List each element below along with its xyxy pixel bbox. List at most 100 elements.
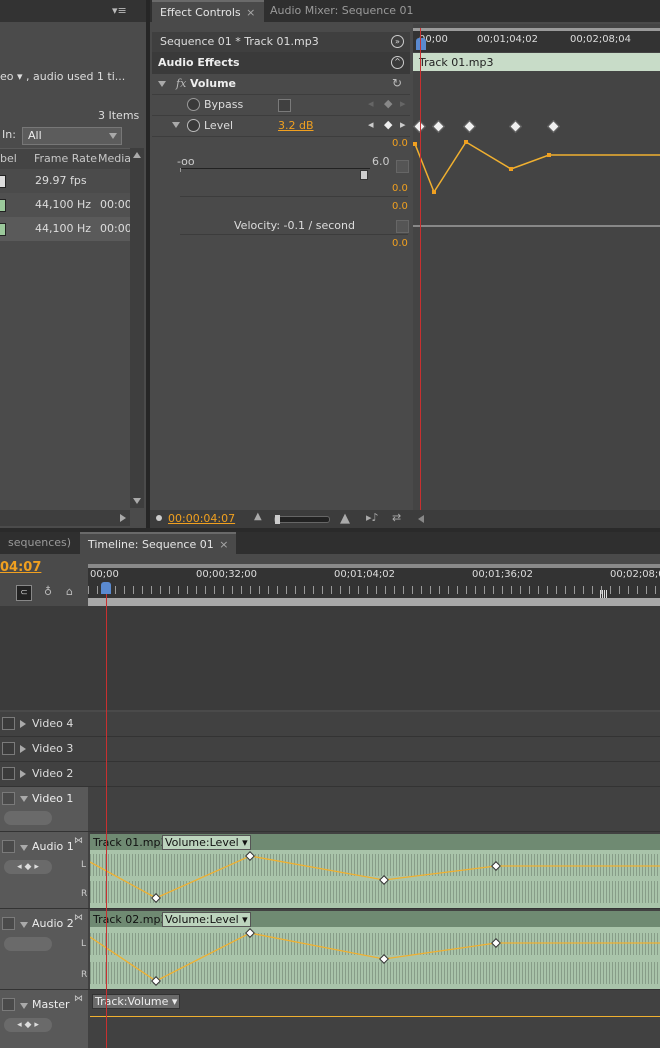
play-only-audio-icon[interactable]: ▸♪ — [366, 511, 379, 524]
panel-menu-icon[interactable]: ▾≡ — [112, 4, 128, 17]
track-label: Master — [32, 998, 70, 1011]
bypass-label: Bypass — [204, 98, 244, 111]
ruler-label: 00;00 — [90, 569, 119, 580]
audio-clip-track02[interactable]: Track 02.mp3 Volume:Level ▾ L R — [81, 911, 660, 989]
list-item[interactable]: 44,100 Hz 00:00 — [0, 193, 132, 217]
video-track-2[interactable]: Video 2 — [0, 762, 660, 787]
column-frame-rate[interactable]: Frame Rate — [34, 152, 97, 165]
tab-effect-controls[interactable]: Effect Controls × — [152, 0, 264, 24]
toggle-output-icon[interactable] — [2, 917, 15, 930]
sync-lock-icon[interactable]: ⋈ — [74, 836, 83, 846]
track-display-style-icon[interactable] — [4, 937, 52, 951]
fx-icon[interactable]: fx — [176, 77, 186, 90]
expand-track-icon[interactable] — [20, 720, 26, 728]
toggle-output-icon[interactable] — [2, 717, 15, 730]
tab-timeline[interactable]: Timeline: Sequence 01 × — [80, 532, 237, 556]
in-dropdown[interactable]: All — [22, 127, 122, 145]
keyframe-marker[interactable] — [432, 120, 445, 133]
velocity-icon — [396, 220, 409, 233]
video-track-1[interactable]: Video 1 — [0, 787, 660, 832]
toggle-output-icon[interactable] — [2, 742, 15, 755]
expand-track-icon[interactable] — [20, 1003, 28, 1009]
column-label[interactable]: bel — [0, 152, 17, 165]
keyframe-marker[interactable] — [547, 120, 560, 133]
close-icon[interactable]: × — [219, 538, 228, 551]
prev-keyframe-icon[interactable]: ◂ — [368, 97, 374, 110]
zoom-out-icon[interactable]: ▲ — [254, 511, 262, 522]
master-volume-line[interactable] — [90, 1016, 660, 1017]
stopwatch-icon[interactable] — [187, 119, 200, 132]
volume-rubberband[interactable] — [90, 911, 660, 989]
next-keyframe-icon[interactable]: ▸ — [400, 118, 406, 131]
expand-track-icon[interactable] — [20, 770, 26, 778]
show-timeline-icon[interactable]: » — [391, 35, 404, 48]
sync-lock-icon[interactable]: ⋈ — [74, 913, 83, 923]
snap-icon[interactable]: ⊂ — [16, 585, 32, 601]
scroll-down-icon[interactable] — [133, 498, 141, 504]
expand-track-icon[interactable] — [20, 922, 28, 928]
slider-thumb[interactable] — [360, 170, 368, 180]
collapse-icon[interactable]: ^ — [391, 56, 404, 69]
toggle-output-icon[interactable] — [2, 767, 15, 780]
expand-track-icon[interactable] — [20, 845, 28, 851]
video-track-3[interactable]: Video 3 — [0, 737, 660, 762]
column-media[interactable]: Media — [98, 152, 131, 165]
playhead-marker-icon[interactable] — [416, 38, 426, 50]
tab-sequences[interactable]: sequences) — [0, 532, 79, 554]
loop-icon[interactable]: ⇄ — [392, 511, 401, 524]
video-track-4[interactable]: Video 4 — [0, 712, 660, 737]
scroll-up-icon[interactable] — [133, 152, 141, 158]
level-value[interactable]: 3.2 dB — [278, 119, 314, 132]
toggle-output-icon[interactable] — [2, 840, 15, 853]
audio-clip-track01[interactable]: Track 01.mp3 Volume:Level ▾ L R — [81, 834, 660, 908]
playhead-marker-icon[interactable] — [101, 582, 111, 594]
effect-controls-panel: Effect Controls × Audio Mixer: Sequence … — [150, 0, 660, 528]
expand-volume-icon[interactable] — [158, 81, 166, 87]
volume-rubberband[interactable] — [90, 834, 660, 908]
reset-icon[interactable]: ↻ — [392, 76, 402, 90]
list-item[interactable]: 29.97 fps — [0, 169, 130, 193]
keyframe-nav-icon[interactable]: ◂ ◆ ▸ — [4, 860, 52, 874]
keyframe-marker[interactable] — [509, 120, 522, 133]
scroll-left-icon[interactable] — [418, 515, 424, 523]
add-marker-icon[interactable]: ⌂ — [66, 585, 73, 598]
toggle-output-icon[interactable] — [2, 792, 15, 805]
close-icon[interactable]: × — [246, 6, 255, 19]
track-display-style-icon[interactable] — [4, 811, 52, 825]
keyframe-marker[interactable] — [463, 120, 476, 133]
sync-lock-icon[interactable]: ⋈ — [74, 994, 83, 1004]
scroll-right-icon[interactable] — [120, 514, 126, 522]
ec-timecode[interactable]: 00:00:04:07 — [168, 512, 235, 525]
in-label: In: — [2, 128, 16, 141]
add-keyframe-icon[interactable]: ◆ — [384, 97, 392, 110]
add-keyframe-icon[interactable]: ◆ — [384, 118, 392, 131]
bypass-checkbox[interactable] — [278, 99, 291, 112]
marker-icon[interactable]: ♁ — [44, 585, 52, 598]
next-keyframe-icon[interactable]: ▸ — [400, 97, 406, 110]
ec-ruler[interactable]: 00;00 00;01;04;02 00;02;08;04 — [413, 28, 660, 52]
timeline-timecode[interactable]: 04:07 — [0, 560, 41, 575]
expand-level-icon[interactable] — [172, 122, 180, 128]
master-track[interactable]: Master ⋈ ◂ ◆ ▸ Track:Volume ▾ — [0, 990, 660, 1048]
level-slider[interactable] — [180, 168, 370, 180]
keyframe-nav-icon[interactable]: ◂ ◆ ▸ — [4, 1018, 52, 1032]
prev-keyframe-icon[interactable]: ◂ — [368, 118, 374, 131]
ruler-label: 00;01;04;02 — [477, 34, 539, 45]
ec-clip-bar[interactable]: Track 01.mp3 — [413, 53, 660, 71]
horizontal-scrollbar[interactable] — [0, 510, 130, 526]
toggle-output-icon[interactable] — [2, 998, 15, 1011]
timeline-playhead[interactable] — [106, 594, 107, 1048]
media-value: 00:00 — [100, 198, 132, 211]
tab-audio-mixer[interactable]: Audio Mixer: Sequence 01 — [262, 0, 422, 22]
expand-track-icon[interactable] — [20, 745, 26, 753]
level-graph[interactable] — [413, 136, 660, 236]
stopwatch-icon[interactable] — [187, 98, 200, 111]
list-item[interactable]: 44,100 Hz 00:00 — [0, 217, 132, 241]
zoom-slider[interactable] — [274, 515, 330, 524]
expand-track-icon[interactable] — [20, 796, 28, 802]
zoom-in-icon[interactable]: ▲ — [340, 511, 350, 526]
vertical-scrollbar[interactable] — [130, 148, 144, 508]
label-color-swatch — [0, 223, 6, 236]
timeline-empty-area — [88, 606, 660, 710]
volume-effect-row[interactable]: fx Volume ↻ — [152, 74, 410, 95]
